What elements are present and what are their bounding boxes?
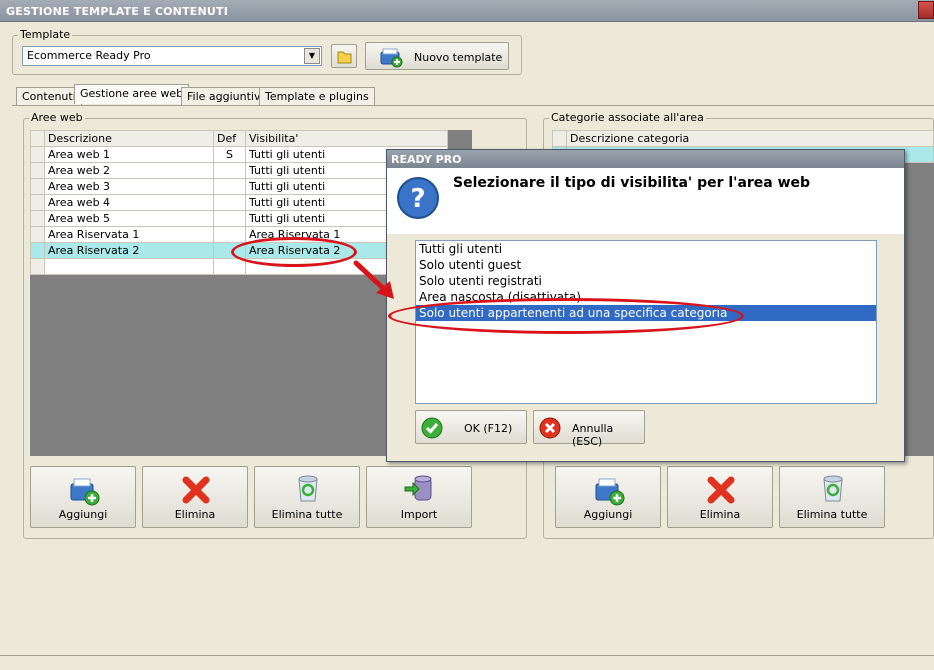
status-bar — [0, 655, 934, 670]
import-label: Import — [400, 508, 438, 521]
annotation-arrow-icon — [353, 260, 394, 299]
list-item[interactable]: Tutti gli utenti — [416, 241, 876, 257]
annotation-ellipse-cell — [231, 237, 357, 267]
new-template-button[interactable]: Nuovo template — [365, 42, 509, 70]
open-folder-button[interactable] — [331, 44, 357, 68]
cat-elimina-tutte-label: Elimina tutte — [796, 508, 868, 521]
recycle-bin-icon — [823, 475, 843, 502]
cat-elimina-label: Elimina — [699, 508, 741, 521]
list-item[interactable]: Solo utenti registrati — [416, 273, 876, 289]
cat-aggiungi-label: Aggiungi — [583, 508, 633, 521]
cancel-icon — [539, 417, 561, 439]
add-template-icon — [380, 48, 403, 68]
tab-file-aggiuntivi[interactable]: File aggiuntivi — [181, 87, 270, 105]
annotation-ellipse-option — [388, 298, 744, 334]
chevron-down-icon[interactable]: ▼ — [304, 48, 320, 64]
new-template-label: Nuovo template — [414, 51, 503, 64]
dialog-title: READY PRO — [391, 153, 462, 166]
col-visibilita[interactable]: Visibilita' — [245, 130, 448, 147]
elimina-label: Elimina — [174, 508, 216, 521]
tab-contenuti[interactable]: Contenuti — [16, 87, 82, 105]
categorie-label: Categorie associate all'area — [549, 111, 706, 124]
ok-label: OK (F12) — [464, 422, 513, 435]
table-row[interactable]: Area web 5 Tutti gli utenti — [30, 210, 448, 227]
elimina-tutte-label: Elimina tutte — [271, 508, 343, 521]
window-titlebar: GESTIONE TEMPLATE E CONTENUTI — [0, 0, 934, 22]
import-button[interactable]: Import — [366, 466, 472, 528]
template-group-label: Template — [18, 28, 73, 41]
table-row[interactable]: Area web 2 Tutti gli utenti — [30, 162, 448, 179]
delete-x-icon — [707, 476, 735, 504]
recycle-bin-icon — [298, 475, 318, 502]
tab-gestione-aree-web[interactable]: Gestione aree web — [74, 84, 190, 104]
col-descrizione-categoria[interactable]: Descrizione categoria — [566, 130, 934, 147]
template-select-value: Ecommerce Ready Pro — [27, 49, 151, 62]
cat-aggiungi-button[interactable]: Aggiungi — [555, 466, 661, 528]
aggiungi-button[interactable]: Aggiungi — [30, 466, 136, 528]
delete-x-icon — [182, 476, 210, 504]
svg-text:?: ? — [410, 184, 425, 214]
question-icon: ? — [397, 177, 439, 219]
tab-template-plugins[interactable]: Template e plugins — [259, 87, 375, 105]
aggiungi-label: Aggiungi — [58, 508, 108, 521]
folder-icon — [337, 51, 352, 64]
dialog-message: Selezionare il tipo di visibilita' per l… — [453, 175, 811, 191]
table-row[interactable]: Area Riservata 1 Area Riservata 1 — [30, 226, 448, 243]
table-row[interactable]: Area web 3 Tutti gli utenti — [30, 178, 448, 195]
table-row[interactable]: Area web 4 Tutti gli utenti — [30, 194, 448, 211]
table-header-row: Descrizione Def Visibilita' — [30, 130, 448, 147]
elimina-button[interactable]: Elimina — [142, 466, 248, 528]
add-icon — [70, 478, 100, 506]
list-item[interactable]: Solo utenti guest — [416, 257, 876, 273]
cancel-label: Annulla (ESC) — [572, 422, 614, 448]
ok-button[interactable]: OK (F12) — [415, 410, 527, 444]
col-descrizione[interactable]: Descrizione — [44, 130, 214, 147]
check-icon — [421, 417, 443, 439]
dialog-header: ? Selezionare il tipo di visibilita' per… — [387, 168, 904, 234]
template-select[interactable]: Ecommerce Ready Pro ▼ — [22, 46, 322, 66]
col-def[interactable]: Def — [213, 130, 246, 147]
cat-elimina-button[interactable]: Elimina — [667, 466, 773, 528]
aree-web-label: Aree web — [29, 111, 85, 124]
window-title: GESTIONE TEMPLATE E CONTENUTI — [6, 5, 229, 18]
table-header-row: Descrizione categoria — [552, 130, 934, 147]
elimina-tutte-button[interactable]: Elimina tutte — [254, 466, 360, 528]
add-icon — [595, 478, 625, 506]
database-import-icon — [404, 475, 432, 501]
window-close-button[interactable] — [918, 1, 934, 19]
dialog-titlebar: READY PRO — [387, 150, 904, 168]
table-row[interactable]: Area web 1 S Tutti gli utenti — [30, 146, 448, 163]
cancel-button[interactable]: Annulla (ESC) — [533, 410, 645, 448]
cat-elimina-tutte-button[interactable]: Elimina tutte — [779, 466, 885, 528]
